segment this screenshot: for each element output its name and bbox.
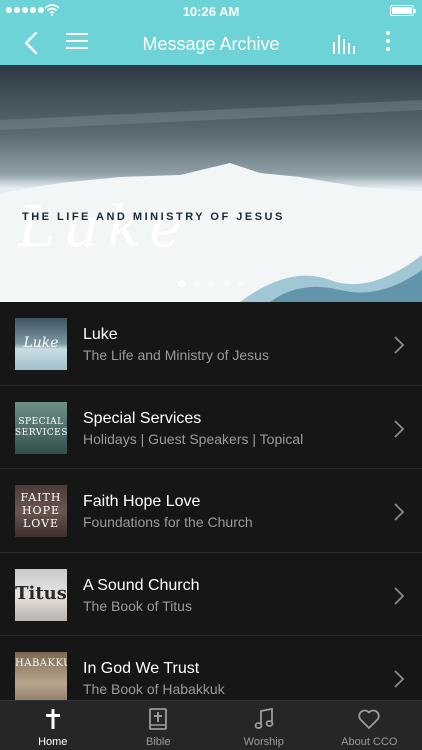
- cross-icon: [45, 709, 60, 729]
- list-item-faith-hope-love[interactable]: FAITH HOPE LOVE Faith Hope Love Foundati…: [0, 469, 422, 553]
- tab-bar: Home Bible Worship About CCO: [0, 700, 422, 750]
- tab-label: Worship: [243, 736, 284, 748]
- series-title: In God We Trust: [83, 660, 200, 677]
- featured-series-banner[interactable]: Luke THE LIFE AND MINISTRY OF JESUS: [0, 65, 422, 302]
- thumbnail-text: HABAKKUK: [15, 658, 67, 669]
- thumbnail-text: SPECIAL SERVICES: [15, 416, 67, 438]
- tab-worship[interactable]: Worship: [211, 701, 317, 750]
- page-dot[interactable]: [207, 280, 215, 287]
- thumbnail-script: Luke: [23, 335, 59, 351]
- tab-bible[interactable]: Bible: [106, 701, 212, 750]
- series-thumbnail: SPECIAL SERVICES: [15, 401, 67, 454]
- series-thumbnail: Luke: [15, 318, 67, 370]
- series-subtitle: Foundations for the Church: [83, 514, 253, 530]
- tab-label: Bible: [146, 736, 171, 748]
- chevron-right-icon: [394, 670, 405, 688]
- status-time: 10:26 AM: [182, 4, 240, 19]
- audio-bars-icon[interactable]: [332, 32, 356, 54]
- list-item-in-god-we-trust[interactable]: HABAKKUK In God We Trust The Book of Hab…: [0, 636, 422, 700]
- tab-label: Home: [38, 736, 68, 748]
- series-subtitle: Holidays | Guest Speakers | Topical: [83, 430, 304, 447]
- list-item-luke[interactable]: Luke Luke The Life and Ministry of Jesus: [0, 302, 422, 386]
- series-thumbnail: Titus: [15, 568, 67, 621]
- series-title: Luke: [83, 326, 118, 343]
- chevron-right-icon: [394, 419, 405, 438]
- thumbnail-text: Titus: [15, 582, 67, 604]
- page-dot-active[interactable]: [177, 280, 185, 287]
- snow-mountain-graphic: [0, 100, 422, 302]
- chevron-right-icon: [394, 586, 405, 605]
- heart-icon: [358, 709, 380, 729]
- bible-icon: [149, 708, 168, 730]
- series-thumbnail: FAITH HOPE LOVE: [15, 485, 67, 537]
- status-bar: 10:26 AM: [0, 0, 422, 22]
- page-title: Message Archive: [142, 34, 280, 54]
- list-item-a-sound-church[interactable]: Titus A Sound Church The Book of Titus: [0, 553, 422, 636]
- page-dot[interactable]: [237, 280, 245, 287]
- series-subtitle: The Book of Titus: [83, 597, 192, 614]
- list-item-special-services[interactable]: SPECIAL SERVICES Special Services Holida…: [0, 386, 422, 469]
- carousel-page-indicator[interactable]: [0, 280, 422, 287]
- tab-about-cco[interactable]: About CCO: [317, 701, 422, 750]
- hero-subtitle: THE LIFE AND MINISTRY OF JESUS: [22, 211, 285, 223]
- page-dot[interactable]: [222, 280, 230, 287]
- navigation-bar: Message Archive: [0, 22, 422, 65]
- chevron-right-icon: [394, 503, 405, 521]
- page-dot[interactable]: [192, 280, 200, 287]
- series-title: A Sound Church: [83, 576, 200, 594]
- series-list: Luke Luke The Life and Ministry of Jesus…: [0, 302, 422, 700]
- music-note-icon: [254, 707, 274, 729]
- thumbnail-text: FAITH HOPE LOVE: [20, 491, 62, 530]
- series-title: Faith Hope Love: [83, 493, 201, 510]
- tab-home[interactable]: Home: [0, 701, 106, 750]
- series-subtitle: The Book of Habakkuk: [83, 681, 225, 697]
- series-thumbnail: HABAKKUK: [15, 652, 67, 700]
- series-subtitle: The Life and Ministry of Jesus: [83, 347, 269, 363]
- more-vertical-icon[interactable]: [383, 31, 393, 55]
- chevron-right-icon: [394, 336, 405, 354]
- battery-icon: [390, 5, 416, 16]
- tab-label: About CCO: [341, 736, 398, 748]
- hero-script-title: Luke: [18, 195, 191, 260]
- series-title: Special Services: [83, 409, 202, 427]
